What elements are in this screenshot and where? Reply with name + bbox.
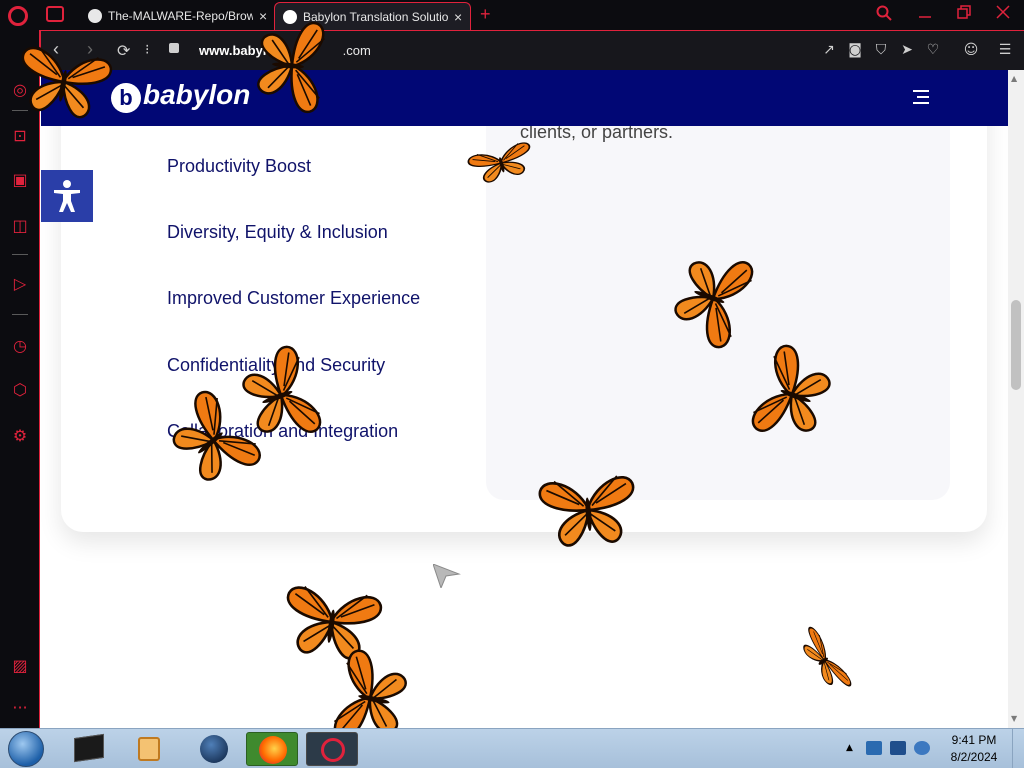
globe-icon (200, 735, 228, 763)
account-icon[interactable]: ☺ (963, 42, 979, 58)
media-player-icon (138, 737, 160, 761)
butterfly-image (255, 17, 328, 115)
butterfly-image (747, 341, 839, 449)
instagram-icon[interactable]: ◫ (10, 216, 30, 236)
more-icon[interactable]: ··· (10, 698, 30, 718)
scroll-thumb[interactable] (1011, 300, 1021, 390)
taskbar-app-media[interactable] (122, 732, 174, 766)
taskbar-app-globe[interactable] (186, 732, 238, 766)
send-icon[interactable]: ➤ (899, 42, 915, 58)
lock-icon (169, 43, 179, 53)
feature-diversity[interactable]: Diversity, Equity & Inclusion (167, 222, 388, 243)
camera-icon[interactable]: ◙ (847, 42, 863, 58)
butterfly-image (12, 43, 114, 120)
tab-bar: The-MALWARE-Repo/Brow × Babylon Translat… (0, 0, 1024, 30)
butterfly-image (794, 624, 854, 697)
settings-icon[interactable]: ⚙ (10, 426, 30, 446)
sidebar-divider (12, 314, 28, 315)
taskbar-app-firefox[interactable] (246, 732, 298, 766)
clock-date[interactable]: 8/2/2024 (942, 750, 1006, 764)
action-center-icon[interactable] (890, 741, 906, 755)
tab-title: The-MALWARE-Repo/Brow (108, 9, 253, 23)
player-icon[interactable]: ▷ (10, 274, 30, 294)
search-tabs-icon[interactable] (876, 5, 892, 26)
github-icon (88, 9, 102, 23)
taskbar-app-opera[interactable] (306, 732, 358, 766)
history-icon[interactable]: ◷ (10, 336, 30, 356)
scroll-up-icon[interactable]: ▲ (1011, 74, 1017, 83)
sidebar-divider (12, 254, 28, 255)
restore-icon[interactable] (957, 5, 971, 24)
opera-icon (321, 738, 345, 762)
terminal-icon (74, 733, 104, 763)
clock-time[interactable]: 9:41 PM (942, 733, 1006, 747)
windows-taskbar: ▲ 9:41 PM 8/2/2024 (0, 728, 1024, 768)
accessibility-button[interactable] (41, 170, 93, 222)
accessibility-icon (54, 180, 80, 212)
url-tld: .com (342, 43, 371, 58)
opera-sidebar: ◎ ⊡ ▣ ◫ ▷ ◷ ⬡ ⚙ ▨ ··· (0, 30, 40, 728)
taskbar-app-terminal[interactable] (62, 732, 114, 766)
volume-icon[interactable] (914, 741, 930, 755)
hamburger-menu-icon[interactable] (913, 90, 929, 108)
box-icon[interactable]: ⬡ (10, 380, 30, 400)
feature-productivity[interactable]: Productivity Boost (167, 156, 311, 177)
network-icon[interactable] (866, 741, 882, 755)
tab-close-button[interactable]: × (454, 9, 462, 25)
address-bar: ‹ › ⟳ ⁝ www.babylon- .com ↗ ◙ ⛉ ➤ ♡ ☺ ☰ (40, 30, 1024, 70)
new-tab-button[interactable]: + (480, 4, 491, 25)
butterfly-image (537, 473, 640, 549)
firefox-icon (259, 736, 287, 764)
butterfly-image (234, 342, 326, 450)
opera-logo-icon[interactable] (8, 6, 28, 26)
site-header: b babylon (41, 70, 1008, 126)
menu-icon[interactable]: ☰ (997, 42, 1013, 58)
minimize-icon[interactable] (918, 5, 932, 24)
speed-dial-icon[interactable]: ⁝ (145, 41, 149, 58)
mail-tab-icon[interactable] (46, 6, 64, 22)
feature-customer-experience[interactable]: Improved Customer Experience (167, 288, 420, 309)
tray-expand-icon[interactable]: ▲ (846, 743, 853, 753)
start-button[interactable] (8, 731, 44, 767)
heart-icon[interactable]: ♡ (925, 42, 941, 58)
page-scrollbar[interactable]: ▲ ▼ (1008, 70, 1024, 728)
show-desktop-button[interactable] (1012, 729, 1024, 768)
share-icon[interactable]: ↗ (821, 42, 837, 58)
shield-icon[interactable]: ⛉ (873, 42, 889, 58)
scroll-down-icon[interactable]: ▼ (1011, 714, 1017, 723)
close-window-icon[interactable] (996, 5, 1010, 24)
mouse-cursor-icon (432, 563, 461, 592)
gallery-icon[interactable]: ▨ (10, 656, 30, 676)
twitch-icon[interactable]: ▣ (10, 170, 30, 190)
bag-icon[interactable]: ⊡ (10, 126, 30, 146)
butterfly-image (466, 139, 537, 187)
babylon-logo-text[interactable]: babylon (143, 79, 250, 111)
